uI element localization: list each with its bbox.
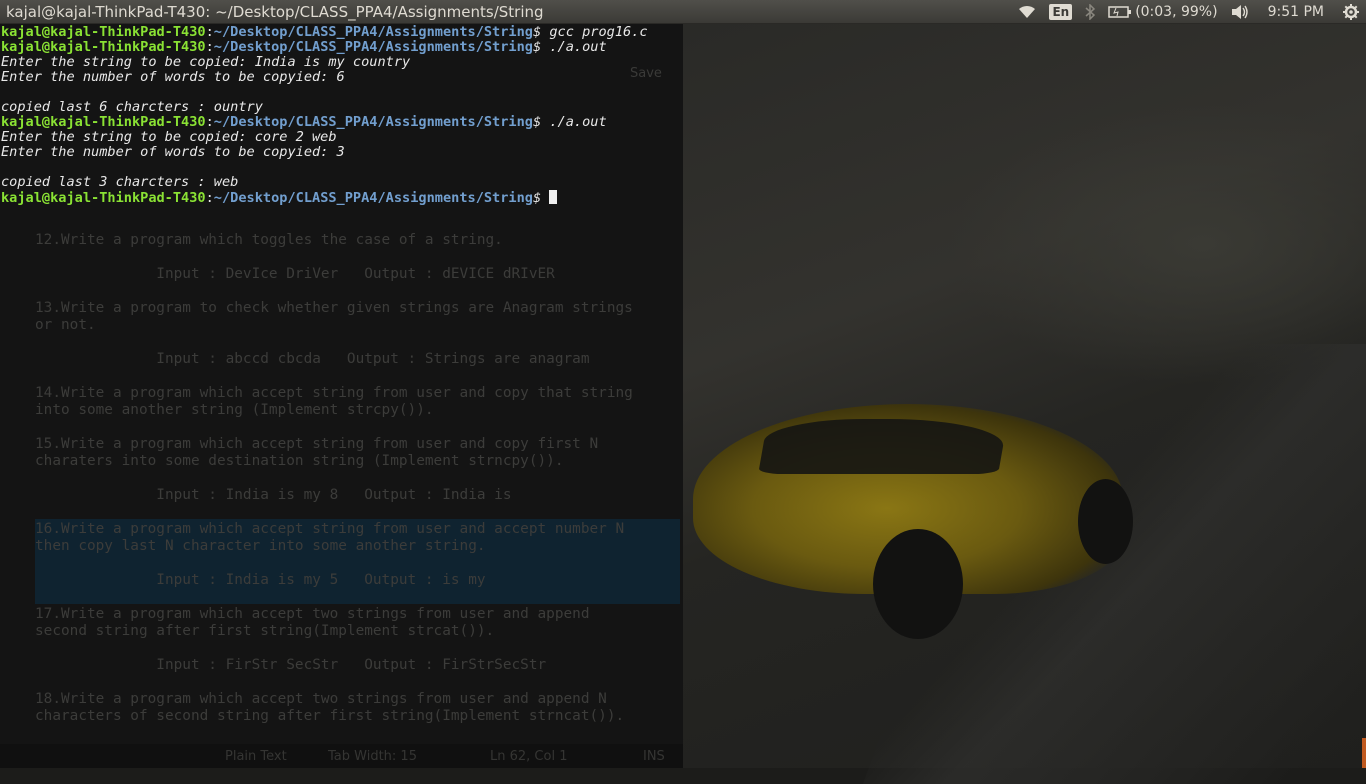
editor-line: 16.Write a program which accept string f… — [35, 521, 625, 537]
battery-icon — [1108, 5, 1132, 18]
prompt-symbol: $ — [532, 190, 550, 206]
terminal-cursor — [549, 190, 558, 204]
wallpaper-car-wheel — [873, 529, 963, 639]
terminal-command: gcc prog16.c — [549, 24, 648, 40]
prompt-separator: : — [205, 114, 214, 130]
editor-line: Input : DevIce DriVer Output : dEVICE dR… — [35, 266, 555, 282]
editor-line: Input : India is my 5 Output : is my — [35, 572, 486, 588]
editor-line: second string after first string(Impleme… — [35, 623, 495, 639]
keyboard-lang-indicator[interactable]: En — [1043, 0, 1078, 24]
prompt-separator: : — [205, 39, 214, 55]
terminal-prompt-line: kajal@kajal-ThinkPad-T430:~/Desktop/CLAS… — [1, 40, 683, 55]
prompt-path: ~/Desktop/CLASS_PPA4/Assignments/String — [213, 39, 533, 55]
terminal-prompt-line: kajal@kajal-ThinkPad-T430:~/Desktop/CLAS… — [1, 25, 683, 40]
tab-width-selector[interactable]: Tab Width: 15 — [328, 749, 417, 764]
volume-icon[interactable] — [1224, 0, 1256, 24]
editor-line: Input : abccd cbcda Output : Strings are… — [35, 351, 590, 367]
editor-line: 17.Write a program which accept two stri… — [35, 606, 590, 622]
top-panel: kajal@kajal-ThinkPad-T430: ~/Desktop/CLA… — [0, 0, 1366, 24]
prompt-path: ~/Desktop/CLASS_PPA4/Assignments/String — [213, 190, 533, 206]
prompt-path: ~/Desktop/CLASS_PPA4/Assignments/String — [213, 114, 533, 130]
editor-line: 18.Write a program which accept two stri… — [35, 691, 607, 707]
wifi-icon[interactable] — [1011, 0, 1043, 24]
editor-line: Input : FirStr SecStr Output : FirStrSec… — [35, 657, 547, 673]
gear-icon[interactable] — [1336, 0, 1366, 24]
editor-line: into some another string (Implement strc… — [35, 402, 434, 418]
lang-badge: En — [1049, 3, 1073, 20]
editor-line: 13.Write a program to check whether give… — [35, 300, 633, 316]
terminal-output-line: copied last 6 charcters : ountry — [1, 99, 263, 115]
editor-line: 12.Write a program which toggles the cas… — [35, 232, 503, 248]
terminal-prompt-line: kajal@kajal-ThinkPad-T430:~/Desktop/CLAS… — [1, 115, 683, 130]
terminal-output-line: copied last 3 charcters : web — [1, 174, 239, 190]
wallpaper-car-window — [758, 419, 1008, 474]
bluetooth-icon[interactable] — [1078, 0, 1102, 24]
prompt-symbol: $ — [532, 24, 550, 40]
window-title: kajal@kajal-ThinkPad-T430: ~/Desktop/CLA… — [6, 2, 544, 21]
prompt-path: ~/Desktop/CLASS_PPA4/Assignments/String — [213, 24, 533, 40]
editor-line: or not. — [35, 317, 96, 333]
editor-line: characters of second string after first … — [35, 708, 625, 724]
cursor-position: Ln 62, Col 1 — [490, 748, 568, 764]
prompt-symbol: $ — [532, 39, 550, 55]
battery-indicator[interactable]: (0:03, 99%) — [1102, 0, 1223, 24]
editor-line: charaters into some destination string (… — [35, 453, 564, 469]
window-edge-accent — [1362, 738, 1366, 768]
prompt-user: kajal@kajal-ThinkPad-T430 — [1, 39, 206, 55]
editor-line: then copy last N character into some ano… — [35, 538, 486, 554]
desktop-wallpaper — [683, 24, 1366, 784]
terminal-command: ./a.out — [549, 114, 607, 130]
terminal-output-line: Enter the string to be copied: core 2 we… — [1, 129, 337, 145]
prompt-symbol: $ — [532, 114, 550, 130]
prompt-user: kajal@kajal-ThinkPad-T430 — [1, 190, 206, 206]
prompt-user: kajal@kajal-ThinkPad-T430 — [1, 24, 206, 40]
editor-line: 14.Write a program which accept string f… — [35, 385, 633, 401]
terminal-output[interactable]: kajal@kajal-ThinkPad-T430:~/Desktop/CLAS… — [1, 25, 683, 206]
terminal-prompt-line: kajal@kajal-ThinkPad-T430:~/Desktop/CLAS… — [1, 190, 683, 206]
syntax-selector[interactable]: Plain Text — [225, 749, 287, 764]
editor-line: 15.Write a program which accept string f… — [35, 436, 599, 452]
prompt-separator: : — [205, 190, 214, 206]
editor-statusbar: Plain Text Tab Width: 15 Ln 62, Col 1 IN… — [0, 744, 683, 768]
battery-status: (0:03, 99%) — [1135, 3, 1218, 20]
terminal-output-line: Enter the string to be copied: India is … — [1, 54, 411, 70]
prompt-separator: : — [205, 24, 214, 40]
terminal-command: ./a.out — [549, 39, 607, 55]
editor-line: Input : India is my 8 Output : India is — [35, 487, 512, 503]
clock[interactable]: 9:51 PM — [1256, 0, 1336, 24]
insert-mode: INS — [643, 748, 665, 764]
terminal-output-line: Enter the number of words to be copyied:… — [1, 69, 345, 85]
prompt-user: kajal@kajal-ThinkPad-T430 — [1, 114, 206, 130]
wallpaper-car-wheel — [1078, 479, 1133, 564]
terminal-output-line: Enter the number of words to be copyied:… — [1, 144, 345, 160]
indicator-area: En (0:03, 99%) 9:51 PM — [1011, 0, 1366, 24]
